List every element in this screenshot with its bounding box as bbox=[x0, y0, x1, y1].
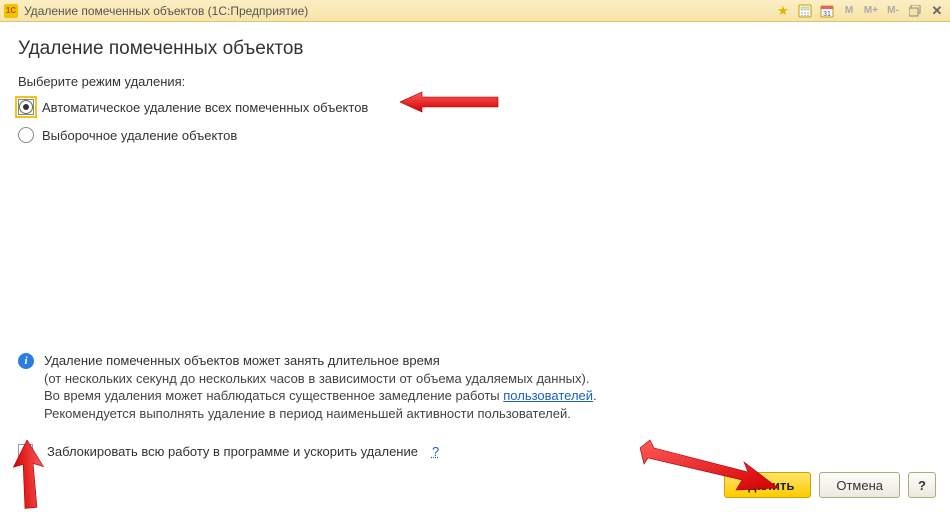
cancel-button[interactable]: Отмена bbox=[819, 472, 900, 498]
memory-m-button[interactable]: M bbox=[840, 3, 858, 19]
users-link[interactable]: пользователей bbox=[503, 388, 593, 403]
favorite-icon[interactable]: ★ bbox=[774, 3, 792, 19]
info-line3b: . bbox=[593, 388, 597, 403]
memory-mminus-button[interactable]: M- bbox=[884, 3, 902, 19]
help-button[interactable]: ? bbox=[908, 472, 936, 498]
radio-selective-delete[interactable]: Выборочное удаление объектов bbox=[18, 127, 932, 143]
svg-text:31: 31 bbox=[823, 11, 831, 18]
info-line3a: Во время удаления может наблюдаться суще… bbox=[44, 388, 503, 403]
memory-mplus-button[interactable]: M+ bbox=[862, 3, 880, 19]
radio-selective-label: Выборочное удаление объектов bbox=[42, 128, 237, 143]
block-work-help[interactable]: ? bbox=[432, 444, 439, 459]
app-logo-icon: 1C bbox=[4, 4, 18, 18]
radio-icon bbox=[18, 99, 34, 115]
radio-auto-label: Автоматическое удаление всех помеченных … bbox=[42, 100, 368, 115]
close-icon[interactable]: ✕ bbox=[928, 3, 946, 19]
delete-button[interactable]: Удалить bbox=[724, 472, 811, 498]
info-block: i Удаление помеченных объектов может зан… bbox=[18, 352, 932, 422]
info-icon: i bbox=[18, 353, 34, 369]
info-line1: Удаление помеченных объектов может занят… bbox=[44, 352, 597, 370]
page-title: Удаление помеченных объектов bbox=[18, 38, 932, 60]
footer-buttons: Удалить Отмена ? bbox=[724, 472, 936, 498]
calculator-icon[interactable] bbox=[796, 3, 814, 19]
titlebar-actions: ★ 31 M M+ M- ✕ bbox=[774, 3, 946, 19]
restore-window-icon[interactable] bbox=[906, 3, 924, 19]
info-text: Удаление помеченных объектов может занят… bbox=[44, 352, 597, 422]
block-work-label: Заблокировать всю работу в программе и у… bbox=[47, 444, 418, 459]
titlebar: 1C Удаление помеченных объектов (1С:Пред… bbox=[0, 0, 950, 22]
radio-icon bbox=[18, 127, 34, 143]
calendar-icon[interactable]: 31 bbox=[818, 3, 836, 19]
info-line2: (от нескольких секунд до нескольких часо… bbox=[44, 371, 589, 386]
window-title: Удаление помеченных объектов (1С:Предпри… bbox=[24, 4, 308, 18]
block-work-checkbox[interactable] bbox=[18, 444, 33, 459]
mode-label: Выберите режим удаления: bbox=[18, 74, 932, 89]
info-line4: Рекомендуется выполнять удаление в перио… bbox=[44, 406, 571, 421]
block-work-row: Заблокировать всю работу в программе и у… bbox=[18, 444, 439, 459]
content-area: Удаление помеченных объектов Выберите ре… bbox=[0, 22, 950, 512]
radio-auto-delete[interactable]: Автоматическое удаление всех помеченных … bbox=[18, 99, 932, 115]
